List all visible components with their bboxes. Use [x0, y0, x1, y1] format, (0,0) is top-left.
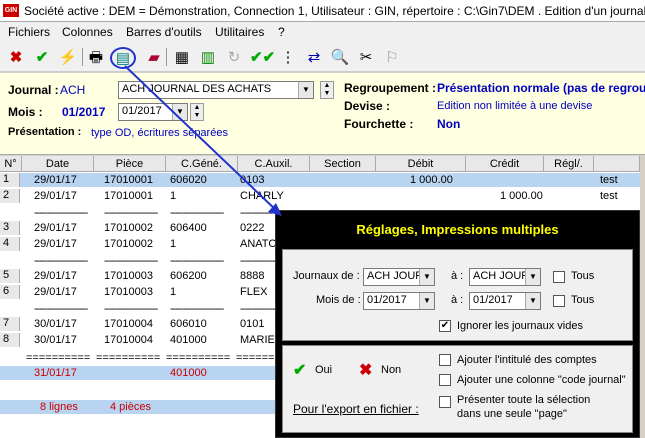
callout-arrow — [124, 65, 282, 216]
